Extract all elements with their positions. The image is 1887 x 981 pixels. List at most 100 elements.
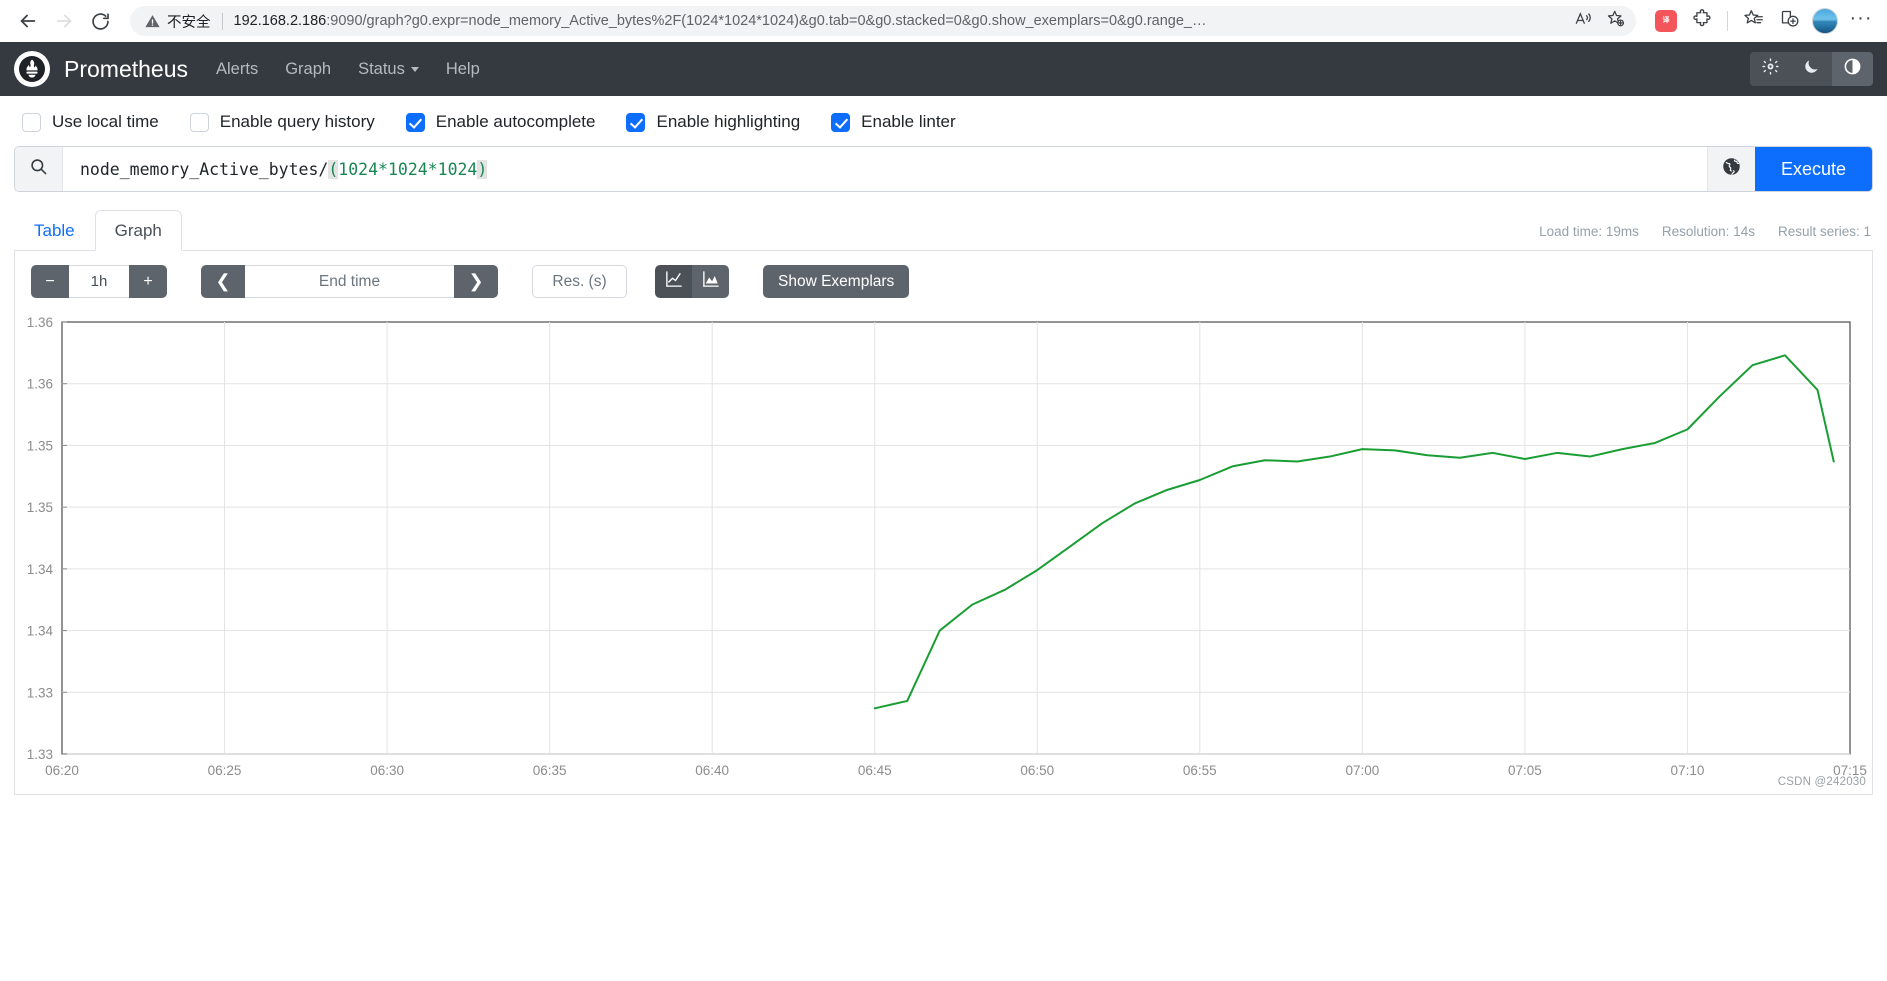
watermark: CSDN @242030 bbox=[1777, 776, 1866, 788]
add-favorite-button[interactable] bbox=[1600, 7, 1630, 35]
svg-text:06:20: 06:20 bbox=[45, 763, 79, 778]
more-options-button[interactable]: ··· bbox=[1845, 5, 1877, 37]
execute-button[interactable]: Execute bbox=[1755, 147, 1872, 191]
prometheus-logo[interactable] bbox=[14, 51, 50, 87]
show-exemplars-button[interactable]: Show Exemplars bbox=[763, 265, 910, 298]
graph-panel: − 1h + ❮ End time ❯ Res. (s) Show Exempl… bbox=[14, 251, 1873, 795]
extensions-button[interactable] bbox=[1686, 5, 1718, 37]
not-secure-warning-icon bbox=[144, 13, 161, 30]
result-series-stat: Result series: 1 bbox=[1777, 224, 1871, 239]
svg-text:07:10: 07:10 bbox=[1671, 763, 1705, 778]
tab-table[interactable]: Table bbox=[14, 210, 95, 251]
toolbar-divider bbox=[1727, 11, 1728, 31]
option-enable-highlighting[interactable]: Enable highlighting bbox=[626, 112, 800, 132]
svg-text:06:30: 06:30 bbox=[370, 763, 404, 778]
end-time-input[interactable]: End time bbox=[245, 265, 454, 298]
profile-avatar bbox=[1812, 8, 1838, 34]
use-local-time-checkbox[interactable] bbox=[22, 112, 41, 132]
svg-text:1.36: 1.36 bbox=[27, 315, 53, 330]
reload-button[interactable] bbox=[82, 3, 118, 39]
svg-text:06:25: 06:25 bbox=[208, 763, 242, 778]
read-aloud-button[interactable] bbox=[1568, 7, 1598, 35]
browser-extensions-toolbar: 译 ··· bbox=[1650, 5, 1877, 37]
svg-text:06:40: 06:40 bbox=[695, 763, 729, 778]
prometheus-torch-icon bbox=[19, 56, 45, 82]
tab-graph[interactable]: Graph bbox=[94, 209, 182, 251]
graph-controls: − 1h + ❮ End time ❯ Res. (s) Show Exempl… bbox=[15, 251, 1872, 310]
translate-extension-button[interactable]: 译 bbox=[1650, 5, 1682, 37]
prometheus-navbar: Prometheus Alerts Graph Status Help bbox=[0, 42, 1887, 96]
option-enable-query-history[interactable]: Enable query history bbox=[189, 112, 375, 132]
auto-theme-button[interactable] bbox=[1832, 52, 1873, 86]
query-bar: node_memory_Active_bytes/(1024*1024*1024… bbox=[14, 146, 1873, 192]
forward-button[interactable] bbox=[46, 3, 82, 39]
nav-link-label: Graph bbox=[285, 59, 332, 78]
svg-text:06:45: 06:45 bbox=[858, 763, 892, 778]
option-use-local-time[interactable]: Use local time bbox=[22, 112, 159, 132]
enable-autocomplete-checkbox[interactable] bbox=[405, 112, 425, 132]
svg-text:1.35: 1.35 bbox=[27, 500, 53, 515]
nav-link-graph[interactable]: Graph bbox=[285, 60, 331, 79]
next-time-button[interactable]: ❯ bbox=[454, 265, 498, 298]
chevron-down-icon bbox=[410, 66, 419, 72]
translate-extension-icon: 译 bbox=[1655, 10, 1677, 32]
back-arrow-icon bbox=[17, 10, 39, 32]
stacked-area-chart-icon bbox=[702, 270, 720, 293]
nav-link-status[interactable]: Status bbox=[358, 60, 419, 79]
enable-query-history-checkbox[interactable] bbox=[189, 112, 209, 132]
stacked-chart-button[interactable] bbox=[692, 265, 729, 298]
result-tabs: Table Graph Load time: 19ms Resolution: … bbox=[14, 209, 1873, 251]
line-chart-button[interactable] bbox=[655, 265, 692, 298]
svg-text:06:55: 06:55 bbox=[1183, 763, 1217, 778]
metrics-explorer-button[interactable] bbox=[1707, 147, 1755, 191]
sun-icon bbox=[1762, 58, 1779, 80]
nav-link-alerts[interactable]: Alerts bbox=[216, 60, 258, 79]
nav-link-help[interactable]: Help bbox=[446, 60, 480, 79]
option-enable-linter[interactable]: Enable linter bbox=[831, 112, 956, 132]
profile-button[interactable] bbox=[1809, 5, 1841, 37]
resolution-input[interactable]: Res. (s) bbox=[532, 265, 627, 298]
option-label: Enable highlighting bbox=[656, 112, 801, 131]
moon-icon bbox=[1803, 58, 1820, 80]
option-label: Enable linter bbox=[861, 112, 956, 131]
query-open-paren: ( bbox=[328, 159, 339, 179]
increase-range-button[interactable]: + bbox=[129, 265, 167, 298]
query-expression-prefix: node_memory_Active_bytes/ bbox=[80, 159, 329, 179]
theme-toggle-group bbox=[1750, 52, 1873, 86]
query-options-row: Use local time Enable query history Enab… bbox=[0, 96, 1887, 146]
address-bar[interactable]: 不安全 192.168.2.186:9090/graph?g0.expr=nod… bbox=[130, 6, 1636, 36]
half-circle-icon bbox=[1843, 57, 1862, 81]
time-series-chart[interactable]: 1.361.361.351.351.341.341.331.3306:20 06:… bbox=[15, 314, 1874, 794]
range-input[interactable]: 1h bbox=[69, 265, 129, 298]
reload-icon bbox=[90, 11, 111, 32]
option-enable-autocomplete[interactable]: Enable autocomplete bbox=[405, 112, 596, 132]
dark-theme-button[interactable] bbox=[1791, 52, 1832, 86]
chart-container[interactable]: 1.36 1.36 1.35 1.35 1.34 1.34 1.33 1.33 06:20 06:… bbox=[15, 314, 1872, 794]
metrics-explorer-icon bbox=[1721, 156, 1742, 182]
option-label: Enable autocomplete bbox=[435, 112, 596, 131]
back-button[interactable] bbox=[10, 3, 46, 39]
svg-text:1.33: 1.33 bbox=[27, 747, 53, 762]
split-screen-button[interactable] bbox=[1773, 5, 1805, 37]
decrease-range-button[interactable]: − bbox=[31, 265, 69, 298]
query-stats: Load time: 19ms Resolution: 14s Result s… bbox=[1539, 224, 1871, 239]
read-aloud-icon bbox=[1574, 9, 1593, 33]
collections-button[interactable] bbox=[1737, 5, 1769, 37]
option-label: Use local time bbox=[52, 112, 159, 131]
brand-title[interactable]: Prometheus bbox=[64, 56, 188, 83]
svg-text:06:50: 06:50 bbox=[1020, 763, 1054, 778]
enable-linter-checkbox[interactable] bbox=[831, 112, 851, 132]
enable-highlighting-checkbox[interactable] bbox=[626, 112, 646, 132]
address-bar-actions bbox=[1568, 7, 1630, 35]
collections-star-icon bbox=[1743, 8, 1764, 34]
svg-text:07:05: 07:05 bbox=[1508, 763, 1542, 778]
search-button[interactable] bbox=[15, 147, 63, 191]
svg-text:1.34: 1.34 bbox=[27, 624, 54, 639]
previous-time-button[interactable]: ❮ bbox=[201, 265, 245, 298]
light-theme-button[interactable] bbox=[1750, 52, 1791, 86]
search-icon bbox=[29, 157, 48, 181]
extensions-puzzle-icon bbox=[1692, 8, 1713, 34]
query-input[interactable]: node_memory_Active_bytes/(1024*1024*1024… bbox=[63, 147, 1707, 191]
url-text: 192.168.2.186:9090/graph?g0.expr=node_me… bbox=[233, 13, 1207, 29]
nav-link-label: Alerts bbox=[216, 59, 259, 78]
